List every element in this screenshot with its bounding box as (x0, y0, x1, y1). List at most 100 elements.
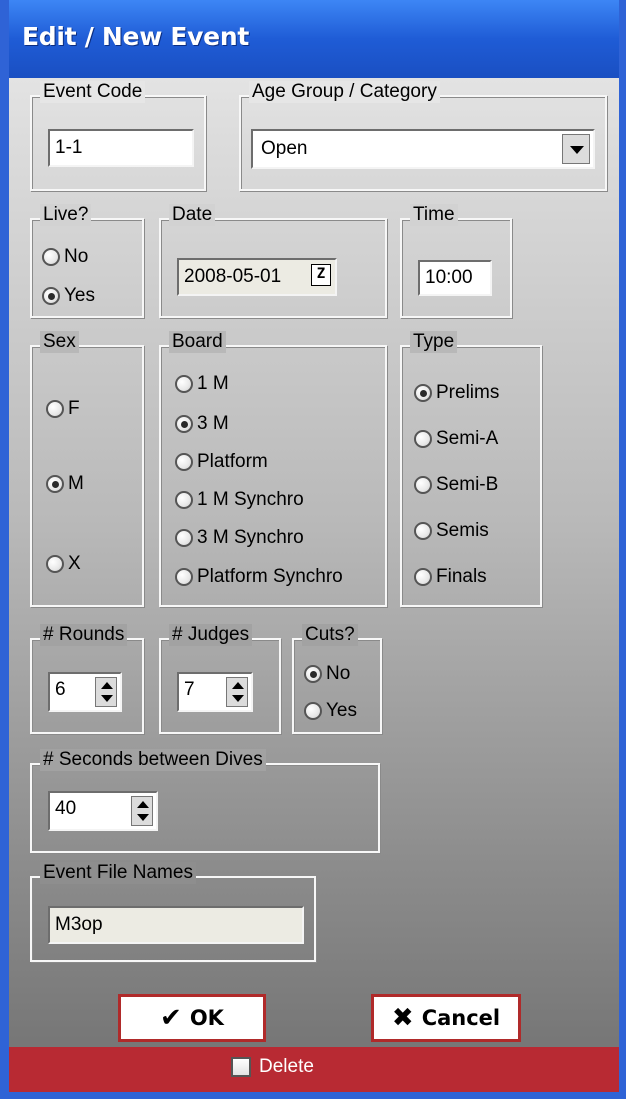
sex-option-x-label: X (68, 553, 81, 574)
sex-option-m-label: M (68, 473, 84, 494)
radio-icon (304, 702, 322, 720)
board-option-1m-label: 1 M (197, 373, 229, 394)
radio-icon (414, 522, 432, 540)
date-label: Date (169, 204, 216, 226)
radio-icon (46, 555, 64, 573)
cuts-option-yes[interactable]: Yes (304, 700, 357, 722)
judges-label: # Judges (169, 624, 253, 646)
event-code-group: Event Code 1-1 (30, 81, 206, 191)
radio-icon (175, 375, 193, 393)
spin-arrows-icon[interactable] (226, 677, 248, 707)
checkmark-icon: ✔ (160, 1003, 182, 1033)
radio-icon (46, 400, 64, 418)
type-option-semi-a[interactable]: Semi-A (414, 428, 498, 450)
cancel-button-label: Cancel (421, 1006, 501, 1030)
cuts-option-yes-label: Yes (326, 700, 357, 721)
type-option-semis[interactable]: Semis (414, 520, 489, 542)
type-option-prelims-label: Prelims (436, 382, 500, 403)
type-option-semi-b[interactable]: Semi-B (414, 474, 498, 496)
rounds-group: # Rounds 6 (30, 624, 144, 734)
event-code-input[interactable]: 1-1 (48, 129, 194, 167)
board-option-platform-synchro-label: Platform Synchro (197, 566, 343, 587)
date-value: 2008-05-01 (184, 266, 282, 287)
live-option-yes[interactable]: Yes (42, 285, 95, 307)
live-option-no[interactable]: No (42, 246, 88, 268)
board-option-3m-synchro-label: 3 M Synchro (197, 527, 304, 548)
live-option-no-label: No (64, 246, 89, 267)
seconds-group: # Seconds between Dives 40 (30, 749, 380, 853)
board-option-1m-synchro[interactable]: 1 M Synchro (175, 489, 304, 511)
radio-icon (414, 476, 432, 494)
seconds-value: 40 (55, 798, 77, 819)
judges-value: 7 (184, 679, 195, 700)
radio-icon (175, 453, 193, 471)
cuts-group: Cuts? No Yes (292, 624, 382, 734)
time-input[interactable]: 10:00 (418, 260, 492, 296)
rounds-stepper[interactable]: 6 (48, 672, 122, 712)
delete-label: Delete (259, 1056, 314, 1077)
file-names-group: Event File Names M3op (30, 862, 316, 962)
sex-option-f-label: F (68, 398, 80, 419)
live-label: Live? (40, 204, 92, 226)
radio-icon (175, 491, 193, 509)
age-group-group: Age Group / Category Open (239, 81, 607, 191)
window-title: Edit / New Event (22, 22, 249, 51)
radio-icon (414, 430, 432, 448)
judges-group: # Judges 7 (159, 624, 281, 734)
time-group: Time 10:00 (400, 204, 512, 318)
close-icon: ✖ (391, 1003, 414, 1033)
rounds-value: 6 (55, 679, 66, 700)
chevron-down-icon[interactable] (562, 134, 590, 164)
cuts-option-no-label: No (326, 663, 351, 684)
sex-option-x[interactable]: X (46, 553, 81, 575)
type-option-prelims[interactable]: Prelims (414, 382, 499, 404)
cancel-button[interactable]: ✖ Cancel (371, 994, 521, 1042)
seconds-label: # Seconds between Dives (40, 749, 266, 771)
live-group: Live? No Yes (30, 204, 144, 318)
sex-label: Sex (40, 331, 79, 353)
type-option-finals[interactable]: Finals (414, 566, 487, 588)
type-option-finals-label: Finals (436, 566, 487, 587)
board-option-1m[interactable]: 1 M (175, 373, 229, 395)
delete-checkbox[interactable] (231, 1057, 251, 1077)
event-code-label: Event Code (40, 81, 146, 103)
judges-stepper[interactable]: 7 (177, 672, 253, 712)
sex-option-f[interactable]: F (46, 398, 80, 420)
time-label: Time (410, 204, 458, 226)
board-option-platform-label: Platform (197, 451, 268, 472)
ok-button[interactable]: ✔ OK (118, 994, 266, 1042)
calendar-icon-glyph: Z (316, 266, 326, 282)
radio-selected-icon (175, 415, 193, 433)
board-group: Board 1 M 3 M Platform 1 M Synchro 3 M S… (159, 331, 387, 607)
title-bar[interactable]: Edit / New Event (9, 0, 619, 78)
cuts-option-no[interactable]: No (304, 663, 350, 685)
calendar-icon[interactable]: Z (311, 264, 331, 286)
board-option-platform-synchro[interactable]: Platform Synchro (175, 566, 343, 588)
edit-event-window: Edit / New Event Event Code 1-1 Age Grou… (0, 0, 626, 1099)
date-group: Date 2008-05-01 Z (159, 204, 387, 318)
spin-arrows-icon[interactable] (95, 677, 117, 707)
live-option-yes-label: Yes (64, 285, 95, 306)
board-option-3m[interactable]: 3 M (175, 413, 229, 435)
delete-bar (9, 1047, 619, 1092)
spin-arrows-icon[interactable] (131, 796, 153, 826)
file-names-input[interactable]: M3op (48, 906, 304, 944)
radio-selected-icon (42, 287, 60, 305)
sex-option-m[interactable]: M (46, 473, 84, 495)
radio-icon (414, 568, 432, 586)
board-option-platform[interactable]: Platform (175, 451, 268, 473)
radio-icon (42, 248, 60, 266)
age-group-label: Age Group / Category (249, 81, 440, 103)
board-option-3m-label: 3 M (197, 413, 229, 434)
radio-selected-icon (304, 665, 322, 683)
radio-icon (175, 529, 193, 547)
age-group-select[interactable]: Open (251, 129, 595, 169)
type-option-semis-label: Semis (436, 520, 489, 541)
radio-icon (175, 568, 193, 586)
rounds-label: # Rounds (40, 624, 128, 646)
radio-selected-icon (46, 475, 64, 493)
cuts-label: Cuts? (302, 624, 358, 646)
seconds-stepper[interactable]: 40 (48, 791, 158, 831)
board-option-3m-synchro[interactable]: 3 M Synchro (175, 527, 304, 549)
type-option-semi-a-label: Semi-A (436, 428, 499, 449)
